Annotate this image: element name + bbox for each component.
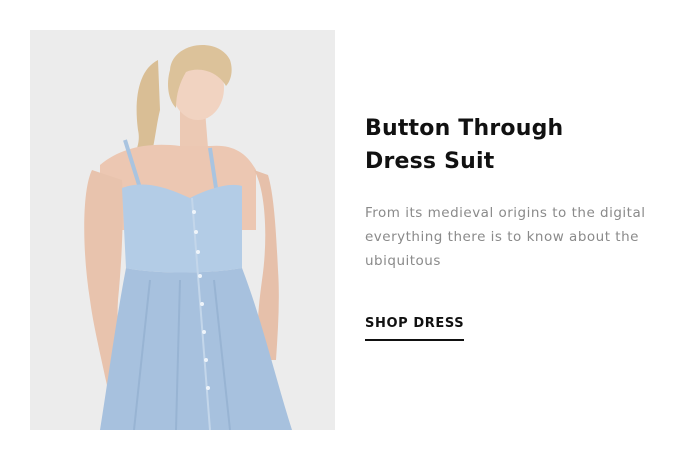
product-title-line-1: Button Through: [365, 116, 564, 141]
product-title: Button Through Dress Suit: [365, 112, 665, 178]
shop-dress-link[interactable]: SHOP DRESS: [365, 316, 465, 341]
product-banner: Button Through Dress Suit From its medie…: [0, 0, 700, 462]
model-in-dress-image: [30, 30, 335, 430]
banner-content: Button Through Dress Suit From its medie…: [365, 112, 665, 273]
product-description: From its medieval origins to the digital…: [365, 205, 646, 269]
product-photo[interactable]: [30, 30, 335, 430]
product-title-line-2: Dress Suit: [365, 149, 495, 174]
